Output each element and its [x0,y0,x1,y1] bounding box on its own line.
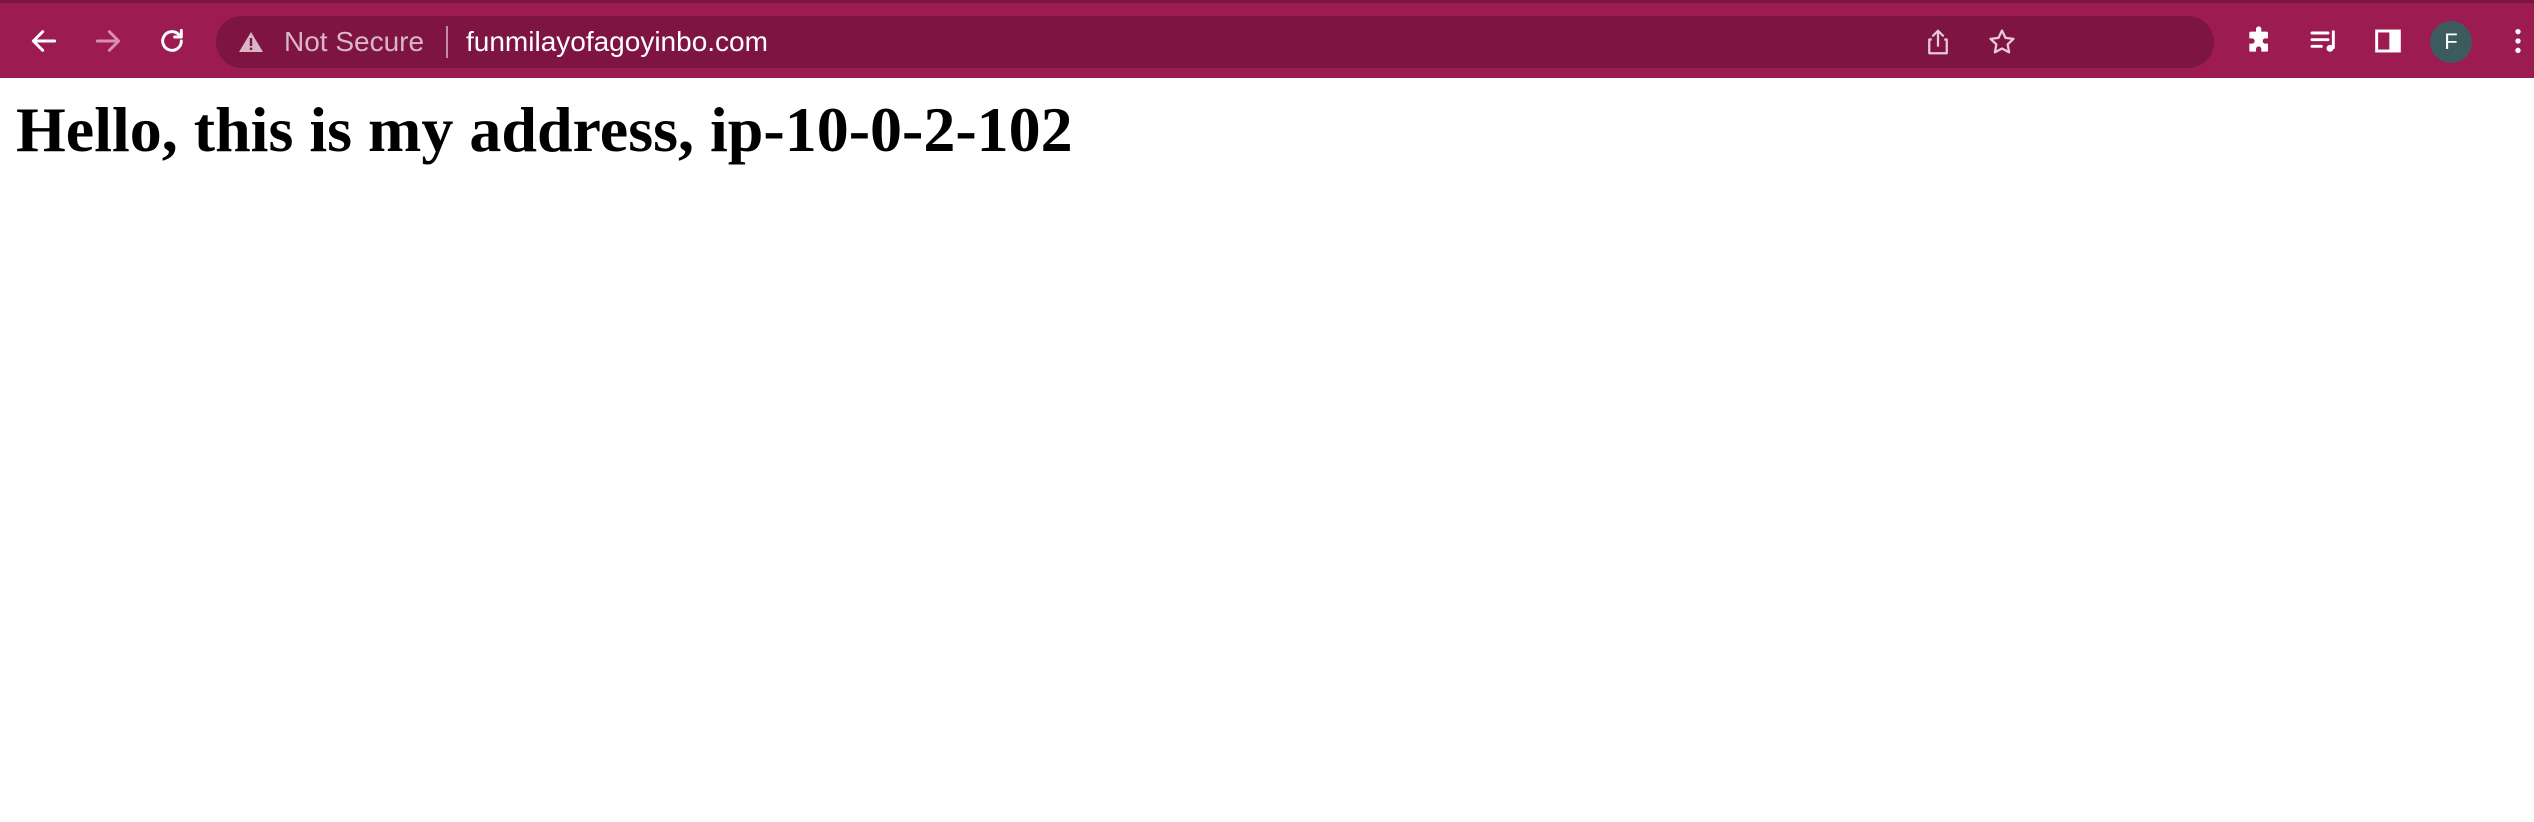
share-button[interactable] [1910,14,1966,70]
back-button[interactable] [16,13,72,69]
music-queue-icon [2310,30,2335,52]
menu-button[interactable] [2490,13,2534,69]
arrow-right-icon [95,30,121,52]
page-heading: Hello, this is my address, ip-10-0-2-102 [16,94,1073,165]
address-bar[interactable]: Not Secure funmilayofagoyinbo.com [216,16,2214,68]
arrow-left-icon [31,30,57,52]
profile-avatar[interactable]: F [2430,21,2472,63]
forward-button[interactable] [80,13,136,69]
bookmark-button[interactable] [1974,14,2030,70]
extensions-button[interactable] [2232,13,2288,69]
share-icon [1928,29,1948,55]
reload-button[interactable] [144,13,200,69]
url-text[interactable]: funmilayofagoyinbo.com [466,26,768,58]
puzzle-piece-icon [2249,26,2268,52]
security-status-label[interactable]: Not Secure [284,26,424,58]
side-panel-icon [2375,29,2401,53]
omnibox-separator [446,26,448,58]
more-vertical-icon [2515,29,2521,53]
reload-icon [161,28,183,52]
browser-toolbar: Not Secure funmilayofagoyinbo.com F [0,0,2534,78]
media-controls-button[interactable] [2296,13,2352,69]
star-icon [1989,29,2015,54]
warning-icon[interactable] [238,30,264,54]
side-panel-button[interactable] [2360,13,2416,69]
